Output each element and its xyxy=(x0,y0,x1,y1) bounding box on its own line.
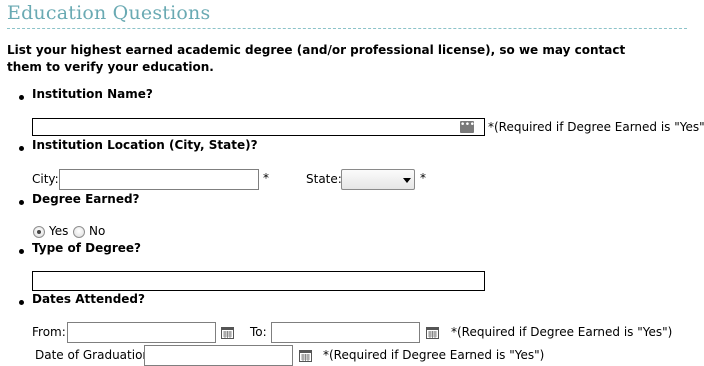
city-label: City: xyxy=(32,172,59,186)
degree-earned-yes-label[interactable]: Yes xyxy=(49,224,68,238)
institution-location-question: Institution Location (City, State)? xyxy=(32,138,258,152)
degree-type-input[interactable] xyxy=(32,271,485,291)
degree-type-question: Type of Degree? xyxy=(32,241,141,255)
state-select[interactable] xyxy=(341,169,415,190)
city-input[interactable] xyxy=(59,169,259,190)
institution-name-question: Institution Name? xyxy=(32,87,153,101)
bullet xyxy=(19,95,24,100)
to-date-input[interactable] xyxy=(271,322,420,343)
bullet xyxy=(19,200,24,205)
title-divider xyxy=(7,28,687,29)
dates-attended-question: Dates Attended? xyxy=(32,292,145,306)
to-label: To: xyxy=(250,325,267,339)
calendar-icon[interactable] xyxy=(221,327,234,339)
degree-earned-no-label[interactable]: No xyxy=(89,224,105,238)
degree-earned-question: Degree Earned? xyxy=(32,192,140,206)
bullet xyxy=(19,300,24,305)
radio-selected-dot xyxy=(37,230,41,234)
graduation-date-label: Date of Graduation: xyxy=(35,348,155,362)
degree-earned-no-radio[interactable] xyxy=(73,226,85,238)
from-date-input[interactable] xyxy=(67,322,216,343)
graduation-required-note: *(Required if Degree Earned is "Yes") xyxy=(323,348,545,362)
graduation-date-input[interactable] xyxy=(144,345,293,366)
intro-text: List your highest earned academic degree… xyxy=(7,43,626,74)
calendar-icon[interactable] xyxy=(426,327,439,339)
from-label: From: xyxy=(32,325,66,339)
institution-name-input[interactable]: ••• xyxy=(32,118,485,136)
dates-required-note: *(Required if Degree Earned is "Yes") xyxy=(451,325,673,339)
state-required-marker: * xyxy=(420,171,426,185)
bullet xyxy=(19,249,24,254)
ellipsis-icon[interactable]: ••• xyxy=(460,121,475,133)
section-title: Education Questions xyxy=(7,2,211,24)
degree-earned-yes-radio[interactable] xyxy=(33,226,45,238)
institution-name-required-note: *(Required if Degree Earned is "Yes") xyxy=(488,120,704,134)
state-label: State: xyxy=(306,172,342,186)
city-required-marker: * xyxy=(263,171,269,185)
calendar-icon[interactable] xyxy=(299,350,312,362)
chevron-down-icon xyxy=(403,178,411,183)
bullet xyxy=(19,146,24,151)
